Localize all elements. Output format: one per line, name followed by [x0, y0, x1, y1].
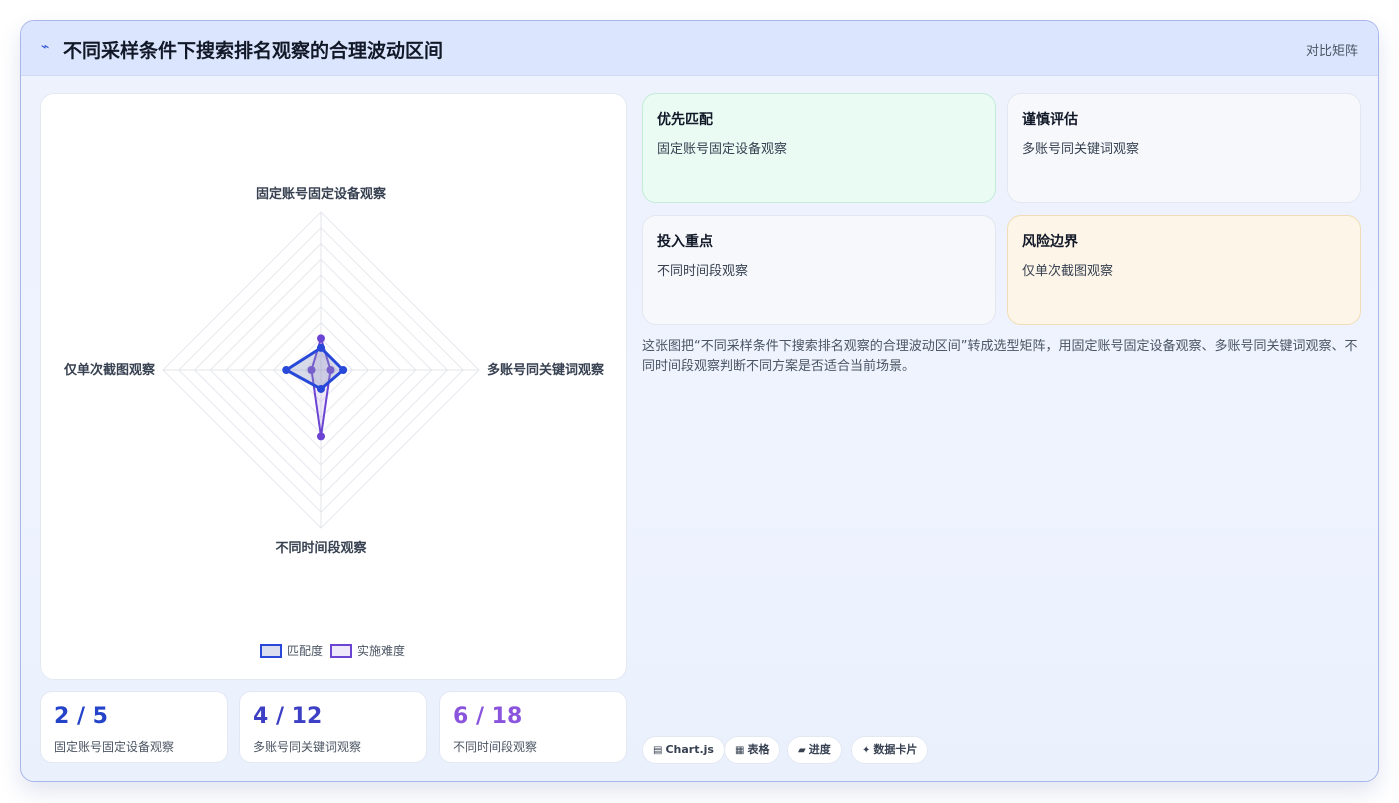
sparkle-icon: ✦	[862, 745, 871, 756]
axis-label: 多账号同关键词观察	[487, 362, 605, 378]
page-title: 不同采样条件下搜索排名观察的合理波动区间	[63, 40, 444, 62]
card-title: 风险边界	[1022, 234, 1078, 250]
axis-label: 不同时间段观察	[275, 540, 367, 556]
dashboard-frame: ⌁ 不同采样条件下搜索排名观察的合理波动区间 对比矩阵 固定账号固定设备观察 多账…	[20, 20, 1379, 782]
stat-card-time-period: 6 / 18 不同时间段观察	[439, 691, 627, 763]
tag-label: 进度	[808, 743, 831, 756]
data-point	[317, 334, 325, 343]
data-point	[317, 343, 325, 352]
card-careful-evaluation: 谨慎评估 多账号同关键词观察	[1007, 93, 1361, 203]
tag-label: 表格	[747, 743, 770, 756]
stat-value: 6 / 18	[453, 704, 523, 729]
axis-label: 仅单次截图观察	[63, 362, 156, 378]
tag-data-card[interactable]: ✦ 数据卡片	[851, 736, 929, 764]
stat-label: 不同时间段观察	[453, 740, 538, 754]
data-point	[339, 366, 348, 374]
card-investment-focus: 投入重点 不同时间段观察	[642, 215, 996, 325]
legend-label: 实施难度	[357, 643, 405, 658]
axis-label: 固定账号固定设备观察	[256, 186, 387, 202]
table-icon: ▦	[735, 745, 745, 756]
tag-progress[interactable]: ▰ 进度	[787, 736, 842, 764]
stat-value: 4 / 12	[253, 704, 323, 729]
card-title: 优先匹配	[657, 112, 713, 128]
tag-chartjs[interactable]: ▤ Chart.js	[642, 736, 725, 764]
card-text: 固定账号固定设备观察	[657, 142, 788, 157]
card-text: 不同时间段观察	[657, 264, 749, 279]
legend-swatch	[330, 644, 352, 658]
card-title: 谨慎评估	[1022, 112, 1078, 128]
card-text: 多账号同关键词观察	[1022, 142, 1140, 157]
pulse-icon: ⌁	[41, 39, 50, 55]
radar-chart-card: 固定账号固定设备观察多账号同关键词观察不同时间段观察 仅单次截图观察匹配度 实施难度	[40, 93, 627, 680]
card-title: 投入重点	[657, 234, 713, 250]
card-text: 仅单次截图观察	[1022, 264, 1114, 279]
data-point	[317, 384, 325, 393]
tag-label: 数据卡片	[873, 743, 918, 756]
radar-chart: 固定账号固定设备观察多账号同关键词观察不同时间段观察 仅单次截图观察匹配度 实施难度	[63, 186, 605, 658]
tag-label: Chart.js	[665, 743, 714, 756]
tag-table[interactable]: ▦ 表格	[724, 736, 781, 764]
stat-card-fixed-device: 2 / 5 固定账号固定设备观察	[40, 691, 228, 763]
data-point	[317, 432, 325, 441]
stat-label: 多账号同关键词观察	[253, 740, 362, 754]
chart-description: 这张图把“不同采样条件下搜索排名观察的合理波动区间”转成选型矩阵，用固定账号固定…	[642, 339, 1358, 374]
stat-value: 2 / 5	[54, 704, 108, 729]
data-point	[282, 366, 291, 374]
legend-label: 匹配度	[287, 643, 323, 658]
progress-icon: ▰	[798, 745, 806, 756]
chart-icon: ▤	[653, 745, 663, 756]
series-area	[283, 345, 346, 391]
header: ⌁ 不同采样条件下搜索排名观察的合理波动区间 对比矩阵	[21, 21, 1378, 76]
view-mode-label[interactable]: 对比矩阵	[1306, 40, 1358, 59]
card-risk-boundary: 风险边界 仅单次截图观察	[1007, 215, 1361, 325]
stat-card-multi-account: 4 / 12 多账号同关键词观察	[239, 691, 427, 763]
legend-swatch	[260, 644, 282, 658]
card-priority-match: 优先匹配 固定账号固定设备观察	[642, 93, 996, 203]
stat-label: 固定账号固定设备观察	[54, 740, 175, 754]
